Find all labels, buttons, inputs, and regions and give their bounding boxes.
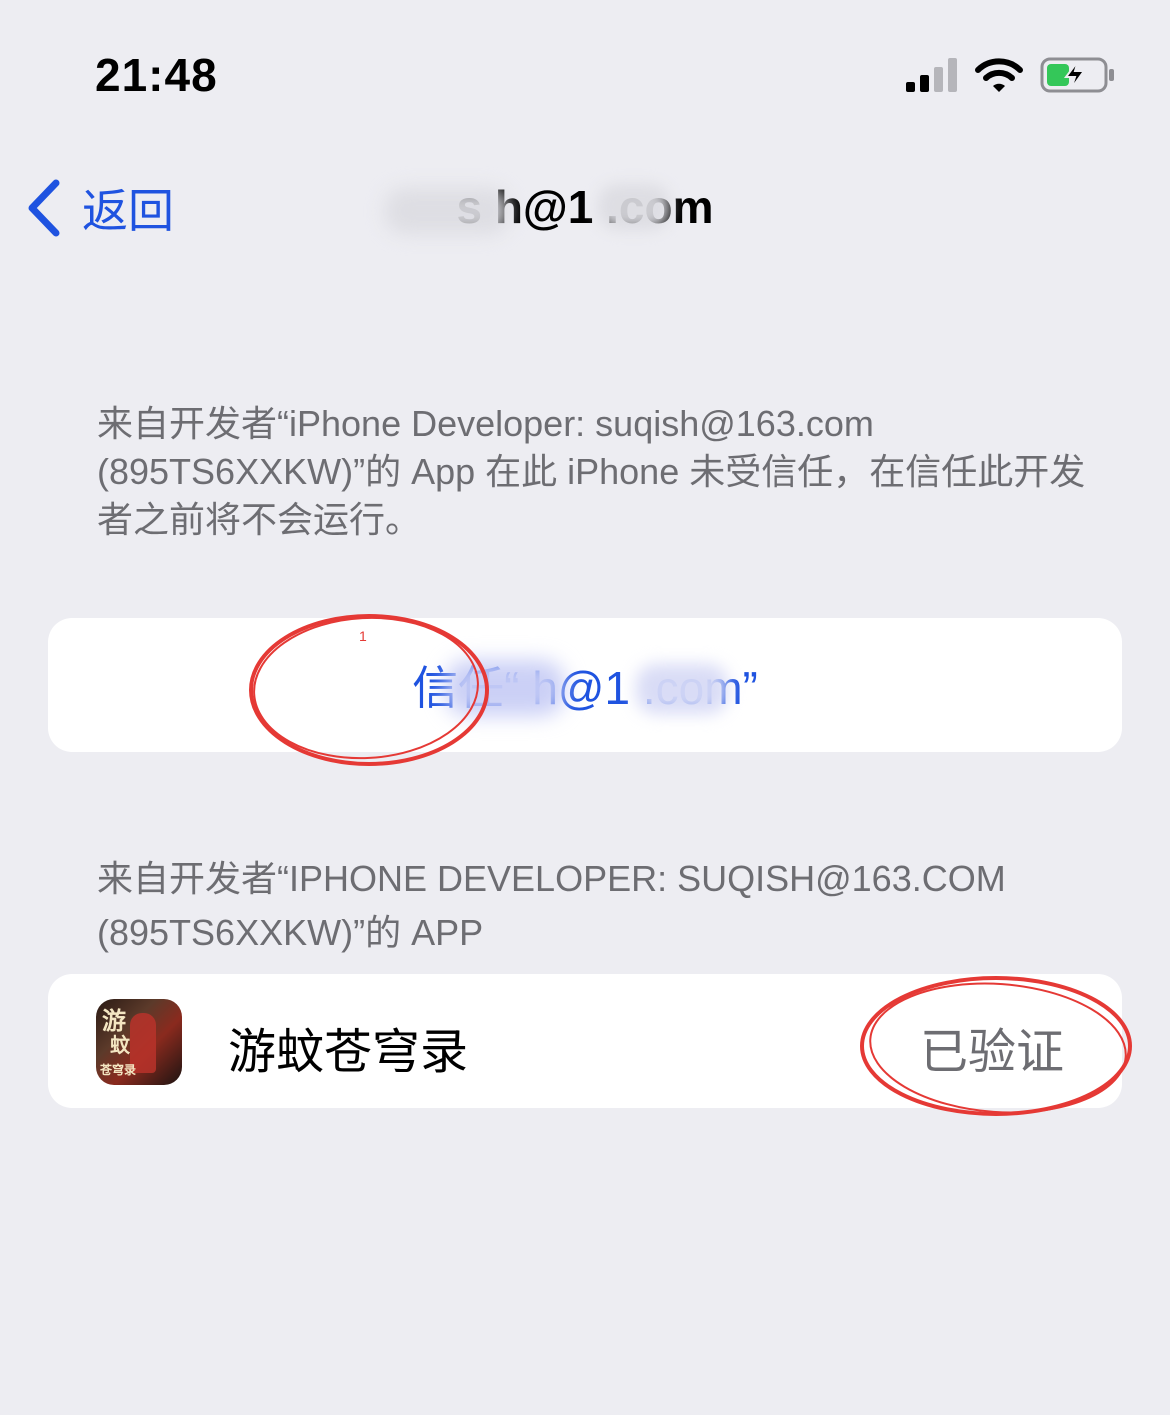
app-icon: 游 蚊 苍穹录 [96, 999, 182, 1085]
apps-section-header: 来自开发者“IPHONE DEVELOPER: SUQISH@163.COM (… [97, 858, 1006, 953]
app-icon-text: 苍穹录 [100, 1063, 137, 1077]
trust-developer-button[interactable]: 信任“ h@1 .com” [48, 618, 1122, 752]
redaction-blur [636, 664, 728, 714]
page-title: s h@1 .com [456, 181, 714, 233]
wifi-icon [975, 58, 1023, 92]
app-name: 游蚊苍穹录 [228, 1026, 469, 1079]
redaction-blur [385, 188, 509, 234]
app-icon-text: 蚊 [110, 1033, 130, 1057]
battery-charging-icon [1040, 57, 1114, 93]
cellular-signal-icon [906, 58, 957, 92]
status-time: 21:48 [95, 49, 218, 101]
app-verified-status: 已验证 [920, 1026, 1065, 1079]
trust-description: 来自开发者“iPhone Developer: suqish@163.com (… [97, 403, 1086, 540]
redaction-blur [445, 660, 565, 716]
redaction-blur [598, 184, 670, 230]
annotation-marker-number: 1 [359, 628, 367, 644]
